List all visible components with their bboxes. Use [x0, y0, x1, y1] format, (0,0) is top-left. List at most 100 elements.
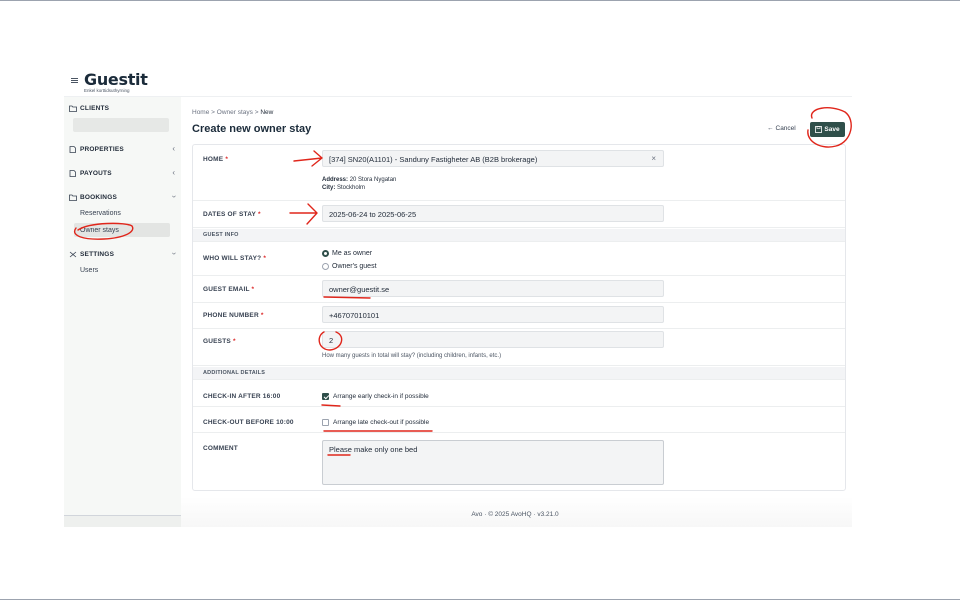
required-marker: *: [260, 312, 264, 319]
sidebar-item-properties[interactable]: PROPERTIES: [69, 146, 177, 153]
cancel-button[interactable]: ← Cancel: [767, 125, 796, 132]
guests-label-text: GUESTS: [203, 338, 231, 345]
required-marker: *: [257, 211, 261, 218]
guests-field[interactable]: 2: [322, 331, 664, 348]
chevron-down-icon[interactable]: ‹: [169, 195, 178, 198]
clear-icon[interactable]: ×: [651, 154, 656, 163]
checkbox-unchecked[interactable]: [322, 419, 329, 426]
dates-label: DATES OF STAY *: [203, 211, 261, 218]
sidebar-item-reservations[interactable]: Reservations: [80, 210, 121, 217]
required-marker: *: [232, 338, 236, 345]
guests-value: 2: [329, 336, 334, 345]
footer-text: Avo · © 2025 AvoHQ · v3.21.0: [471, 511, 559, 518]
home-select[interactable]: [374] SN20(A1101) - Sanduny Fastigheter …: [322, 150, 664, 167]
form-row-home: HOME * [374] SN20(A1101) - Sanduny Fasti…: [193, 145, 845, 201]
radio-me-as-owner[interactable]: Me as owner: [322, 250, 372, 257]
sidebar: CLIENTS PROPERTIES ‹ PAYOUTS ‹ BOOKINGS …: [64, 97, 181, 520]
who-label-text: WHO WILL STAY?: [203, 255, 262, 262]
save-icon: [815, 126, 823, 133]
home-value: [374] SN20(A1101) - Sanduny Fastigheter …: [329, 155, 538, 164]
radio-dot[interactable]: [322, 263, 329, 270]
home-label: HOME *: [203, 156, 228, 163]
tools-icon: [69, 251, 77, 258]
sidebar-item-users[interactable]: Users: [80, 267, 98, 274]
cancel-label: Cancel: [775, 125, 796, 132]
city-line: City: Stockholm: [322, 185, 365, 191]
breadcrumb-home[interactable]: Home: [192, 109, 209, 116]
menu-icon[interactable]: [71, 77, 78, 86]
checkout-option-label: Arrange late check-out if possible: [333, 419, 430, 426]
dates-label-text: DATES OF STAY: [203, 211, 256, 218]
home-label-text: HOME: [203, 156, 224, 163]
chevron-down-icon[interactable]: ‹: [169, 252, 178, 255]
sidebar-item-payouts[interactable]: PAYOUTS: [69, 170, 112, 177]
sidebar-item-owner-stays[interactable]: Owner stays: [80, 227, 119, 234]
radio-dot-checked[interactable]: [322, 250, 329, 257]
radio-label-guest: Owner's guest: [332, 263, 377, 270]
breadcrumb-current: New: [260, 109, 274, 116]
hamburger-icon[interactable]: [71, 77, 78, 84]
phone-label: PHONE NUMBER *: [203, 312, 264, 319]
folder-icon: [69, 105, 77, 112]
section-additional-title: ADDITIONAL DETAILS: [203, 370, 266, 376]
email-value: owner@guestit.se: [329, 285, 390, 294]
sidebar-label-bookings: BOOKINGS: [80, 194, 117, 201]
required-marker: *: [263, 255, 267, 262]
email-label: GUEST EMAIL *: [203, 286, 254, 293]
checkout-checkbox[interactable]: Arrange late check-out if possible: [322, 419, 429, 426]
email-label-text: GUEST EMAIL: [203, 286, 250, 293]
save-button[interactable]: Save: [810, 122, 845, 137]
section-guest-info-title: GUEST INFO: [203, 232, 239, 238]
address-line: Address: 20 Stora Nygatan: [322, 177, 396, 183]
page-title: Create new owner stay: [192, 123, 312, 135]
phone-field[interactable]: +46707010101: [322, 306, 664, 323]
guests-hint: How many guests in total will stay? (inc…: [322, 353, 502, 359]
arrow-left-icon: ←: [767, 125, 774, 132]
sidebar-label-properties: PROPERTIES: [80, 146, 124, 153]
required-marker: *: [251, 286, 255, 293]
client-select[interactable]: [73, 118, 169, 132]
app-logo[interactable]: Guestit Enkel korttidsuthyrning: [84, 70, 148, 93]
sidebar-section-bookings[interactable]: BOOKINGS: [69, 194, 117, 201]
phone-label-text: PHONE NUMBER: [203, 312, 259, 319]
email-field[interactable]: owner@guestit.se: [322, 280, 664, 297]
radio-owners-guest[interactable]: Owner's guest: [322, 263, 377, 270]
radio-label-owner: Me as owner: [332, 250, 373, 257]
breadcrumb-separator: >: [254, 109, 259, 116]
sidebar-section-settings[interactable]: SETTINGS: [69, 251, 114, 258]
who-label: WHO WILL STAY? *: [203, 255, 266, 262]
dates-value: 2025-06-24 to 2025-06-25: [329, 210, 417, 219]
form-row-comment: COMMENT Please make only one bed: [193, 433, 845, 490]
logo-text: Guestit: [84, 70, 148, 89]
sidebar-section-clients: CLIENTS: [69, 105, 109, 112]
form-row-email: GUEST EMAIL * owner@guestit.se: [193, 276, 845, 303]
required-marker: *: [225, 156, 229, 163]
document-icon: [69, 146, 76, 153]
document-icon: [69, 170, 76, 177]
dates-input[interactable]: 2025-06-24 to 2025-06-25: [322, 205, 664, 222]
phone-value: +46707010101: [329, 311, 380, 320]
breadcrumb-owner-stays[interactable]: Owner stays: [217, 109, 253, 116]
checkin-option-label: Arrange early check-in if possible: [333, 393, 429, 400]
chevron-left-icon[interactable]: ‹: [172, 144, 175, 153]
header-divider: [64, 96, 852, 97]
checkin-label: CHECK-IN AFTER 16:00: [203, 393, 281, 400]
checkout-label: CHECK-OUT BEFORE 10:00: [203, 419, 294, 426]
comment-textarea[interactable]: Please make only one bed: [322, 440, 664, 485]
address-label: Address:: [322, 177, 349, 183]
form-row-checkout: CHECK-OUT BEFORE 10:00 Arrange late chec…: [193, 407, 845, 433]
checkin-checkbox[interactable]: Arrange early check-in if possible: [322, 393, 429, 400]
chevron-left-icon[interactable]: ‹: [172, 168, 175, 177]
form-row-checkin: CHECK-IN AFTER 16:00 Arrange early check…: [193, 380, 845, 407]
sidebar-label-payouts: PAYOUTS: [80, 170, 112, 177]
folder-icon: [69, 194, 77, 201]
city-label: City:: [322, 185, 336, 191]
address-value: 20 Stora Nygatan: [349, 177, 397, 183]
owner-stay-form: HOME * [374] SN20(A1101) - Sanduny Fasti…: [192, 144, 846, 491]
checkbox-checked[interactable]: [322, 393, 329, 400]
breadcrumb: Home > Owner stays > New: [192, 109, 273, 116]
save-label: Save: [824, 126, 840, 133]
breadcrumb-separator: >: [211, 109, 215, 116]
form-row-guests: GUESTS * 2 How many guests in total will…: [193, 329, 845, 366]
form-row-phone: PHONE NUMBER * +46707010101: [193, 303, 845, 329]
